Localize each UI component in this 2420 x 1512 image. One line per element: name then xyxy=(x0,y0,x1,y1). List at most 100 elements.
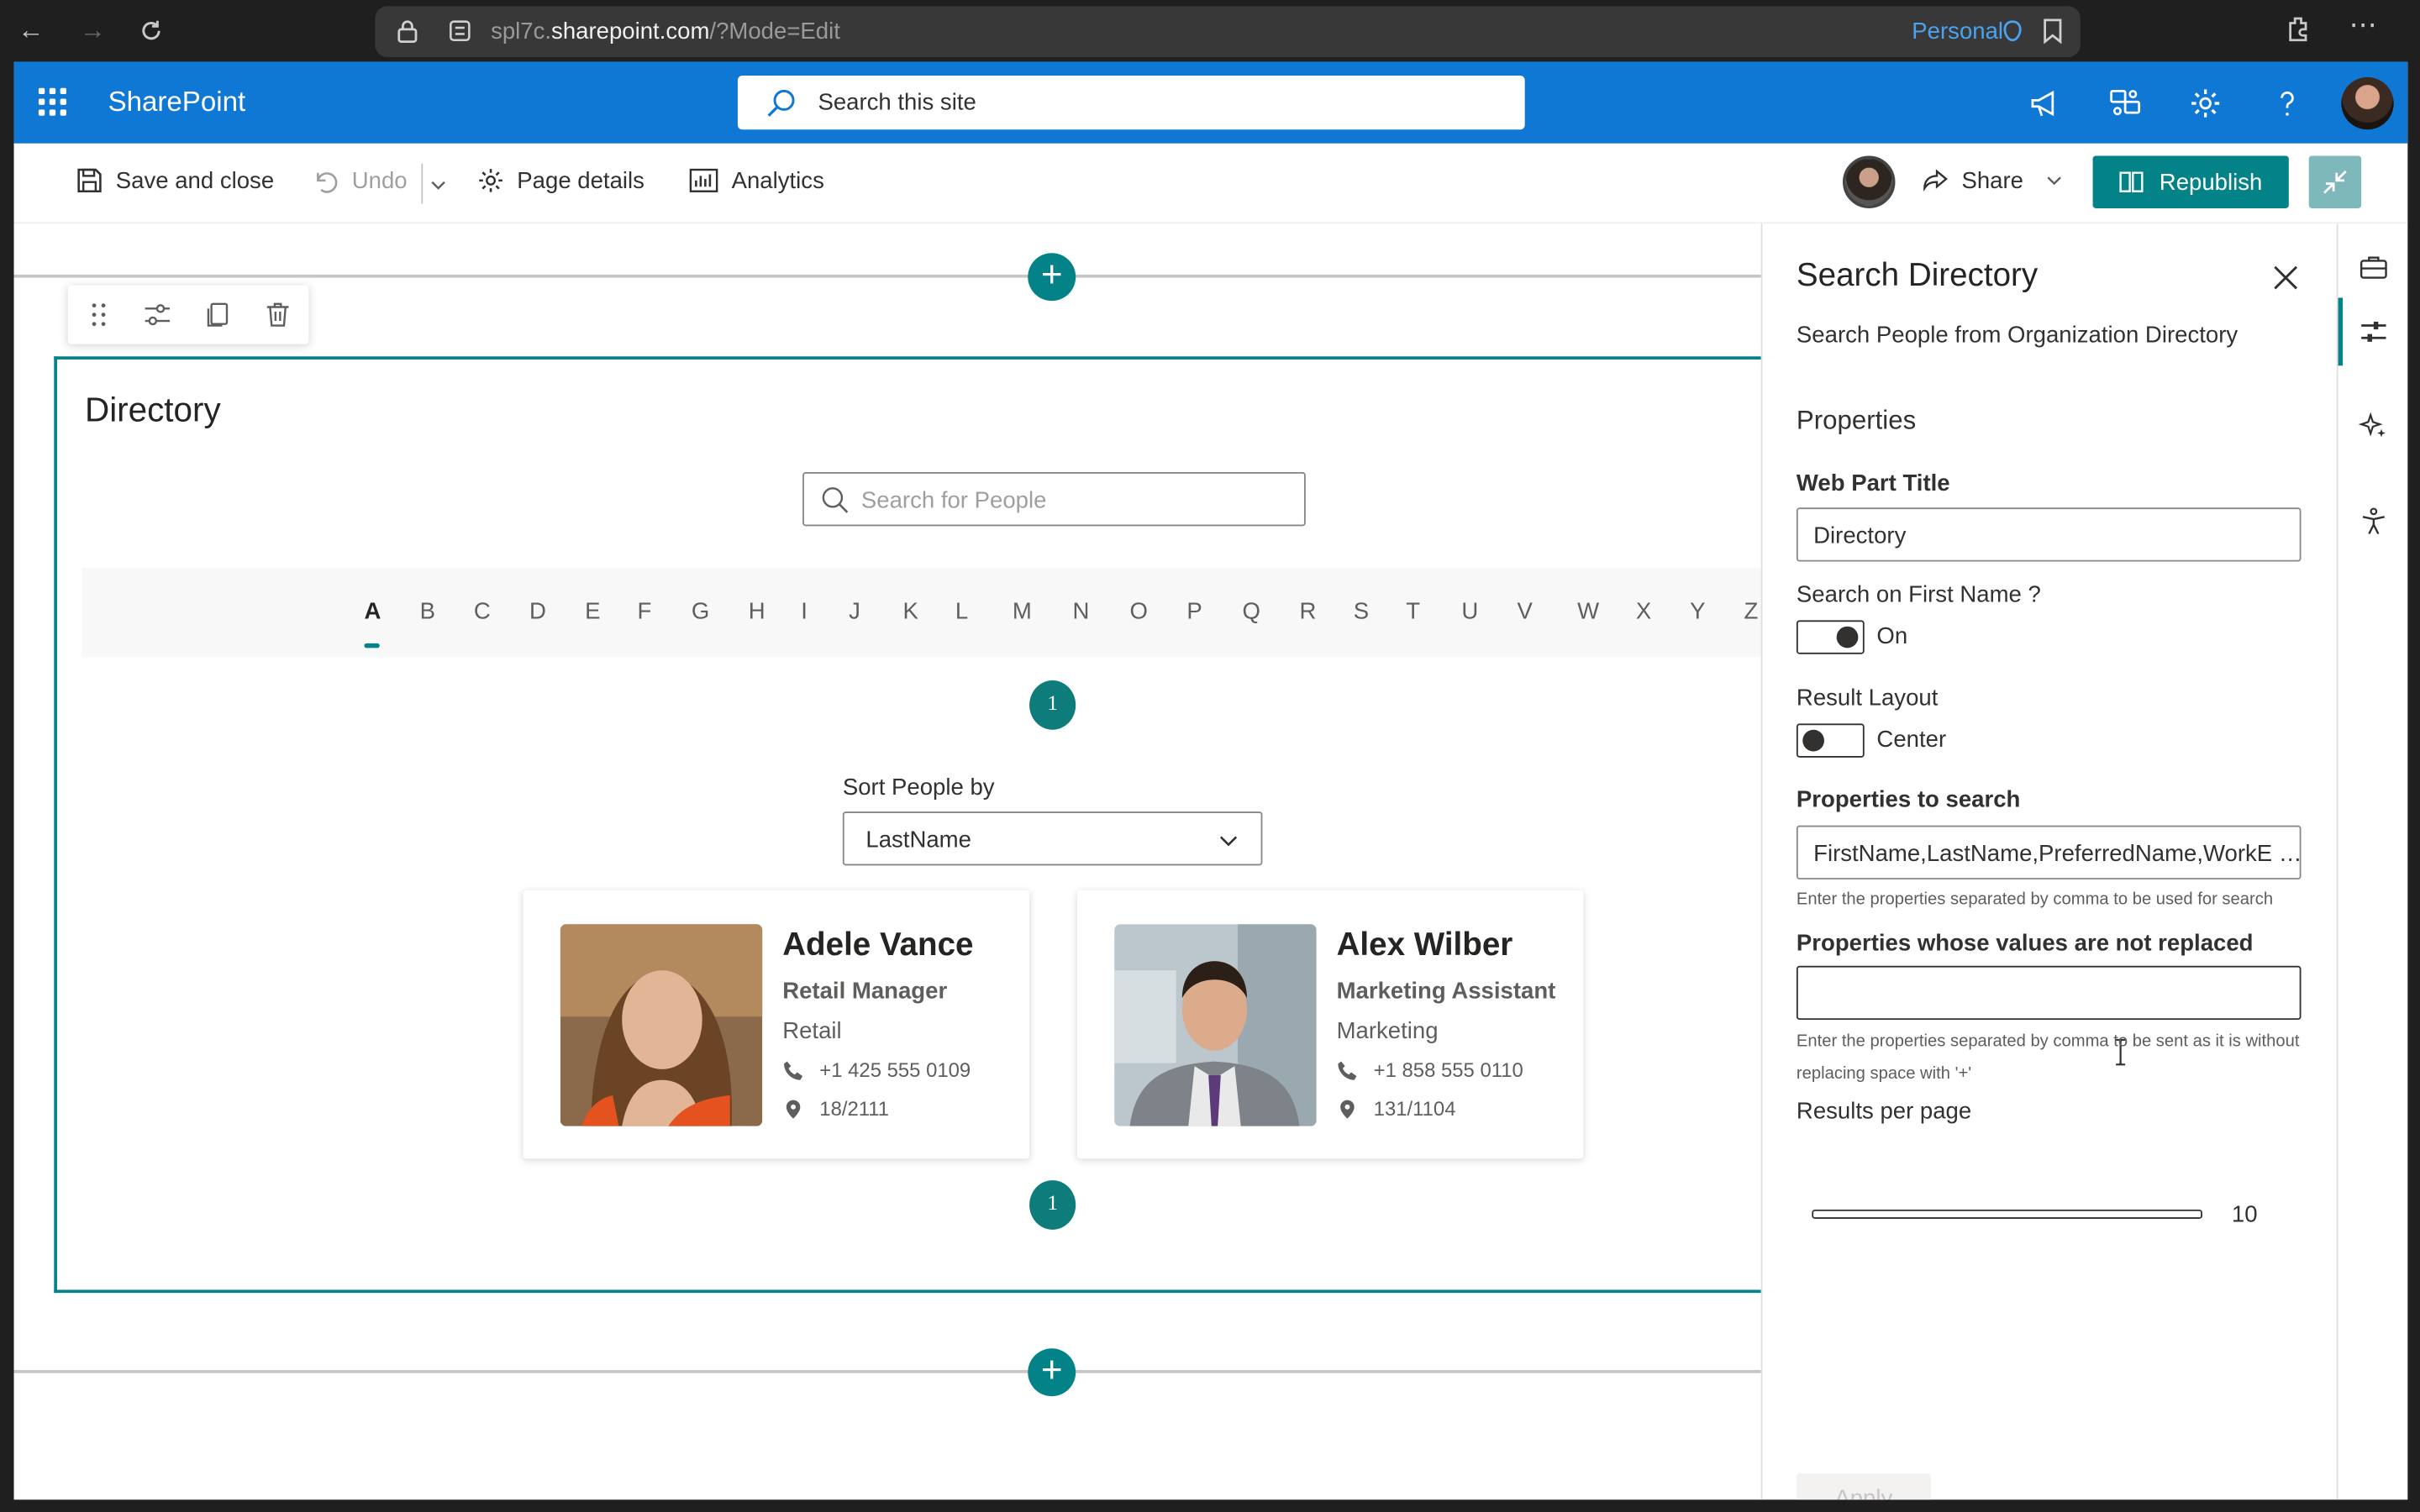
alphabet-letter-p[interactable]: P xyxy=(1186,599,1202,625)
analytics-button[interactable]: Analytics xyxy=(688,166,824,194)
refresh-icon[interactable] xyxy=(133,13,170,50)
toggle-knob xyxy=(1836,626,1859,648)
back-icon[interactable]: ← xyxy=(13,13,50,50)
megaphone-icon[interactable] xyxy=(2028,87,2061,120)
person-department: Retail xyxy=(782,1018,842,1045)
people-search-input[interactable]: Search for People xyxy=(802,472,1306,527)
alphabet-letter-y[interactable]: Y xyxy=(1690,599,1705,625)
first-name-toggle[interactable] xyxy=(1796,620,1865,654)
properties-to-search-label: Properties to search xyxy=(1796,786,2021,813)
alphabet-letter-m[interactable]: M xyxy=(1013,599,1032,625)
alphabet-letter-z[interactable]: Z xyxy=(1744,599,1758,625)
add-section-button-top[interactable]: + xyxy=(1028,253,1076,302)
pager-top[interactable]: 1 xyxy=(1029,680,1076,730)
add-section-button-bottom[interactable]: + xyxy=(1028,1348,1076,1397)
page-details-label: Page details xyxy=(517,167,644,194)
help-icon[interactable] xyxy=(2270,87,2304,120)
phone-icon xyxy=(782,1060,804,1082)
collapse-button[interactable] xyxy=(2308,155,2362,208)
alphabet-letter-l[interactable]: L xyxy=(955,599,968,625)
undo-button[interactable]: Undo xyxy=(312,166,408,194)
person-card[interactable]: Alex Wilber Marketing Assistant Marketin… xyxy=(1077,890,1584,1159)
alphabet-letter-a[interactable]: A xyxy=(364,599,381,625)
alphabet-letter-b[interactable]: B xyxy=(420,599,435,625)
alphabet-letter-h[interactable]: H xyxy=(749,599,765,625)
conversations-icon[interactable] xyxy=(2108,87,2142,120)
drag-handle-icon[interactable] xyxy=(83,299,114,330)
url-prefix: spl7c. xyxy=(491,18,552,45)
save-and-close-button[interactable]: Save and close xyxy=(76,166,274,194)
alphabet-letter-e[interactable]: E xyxy=(585,599,600,625)
url-domain: sharepoint.com xyxy=(551,18,710,45)
alphabet-letter-k[interactable]: K xyxy=(902,599,918,625)
address-bar[interactable]: spl7c.sharepoint.com/?Mode=Edit Personal xyxy=(375,6,2081,57)
sort-dropdown[interactable]: LastName xyxy=(842,811,1263,866)
toolbox-icon[interactable] xyxy=(2358,251,2389,282)
alphabet-letter-u[interactable]: U xyxy=(1461,599,1478,625)
alphabet-letter-w[interactable]: W xyxy=(1577,599,1599,625)
not-replaced-help: Enter the properties separated by comma … xyxy=(1796,1032,2300,1084)
alphabet-letter-f[interactable]: F xyxy=(638,599,652,625)
divider xyxy=(421,163,424,204)
site-info-icon[interactable] xyxy=(449,20,471,50)
alphabet-letter-g[interactable]: G xyxy=(692,599,709,625)
lock-icon[interactable] xyxy=(397,18,418,51)
page-details-button[interactable]: Page details xyxy=(477,166,644,194)
alphabet-letter-j[interactable]: J xyxy=(849,599,860,625)
site-search-box[interactable]: Search this site xyxy=(737,75,1525,130)
bookmark-icon[interactable] xyxy=(2040,17,2065,52)
author-avatar[interactable] xyxy=(1843,155,1896,208)
alphabet-letter-x[interactable]: X xyxy=(1636,599,1651,625)
chevron-down-icon[interactable] xyxy=(429,175,448,202)
user-avatar[interactable] xyxy=(2341,76,2394,130)
results-per-page-label: Results per page xyxy=(1796,1098,1972,1125)
properties-icon[interactable] xyxy=(2358,317,2389,348)
not-replaced-field[interactable] xyxy=(1796,965,2302,1021)
forward-icon[interactable]: → xyxy=(74,13,111,50)
pager-bottom[interactable]: 1 xyxy=(1029,1180,1076,1230)
url-text[interactable]: spl7c.sharepoint.com/?Mode=Edit xyxy=(491,18,840,45)
alphabet-letter-s[interactable]: S xyxy=(1354,599,1369,625)
location-icon xyxy=(782,1099,804,1121)
share-button[interactable]: Share xyxy=(1922,166,2064,194)
more-menu-icon[interactable]: ⋯ xyxy=(2349,9,2376,42)
directory-webpart[interactable]: Directory Search for People A B C D E F G H I J K L… xyxy=(54,356,1786,1294)
sparkle-icon[interactable] xyxy=(2358,411,2389,442)
collapse-icon xyxy=(2323,170,2347,194)
alphabet-letter-c[interactable]: C xyxy=(474,599,491,625)
apply-button[interactable]: Apply xyxy=(1796,1473,1931,1500)
alphabet-letter-v[interactable]: V xyxy=(1517,599,1532,625)
result-layout-toggle[interactable] xyxy=(1796,723,1865,758)
app-launcher-icon[interactable] xyxy=(38,87,66,116)
profile-icon[interactable] xyxy=(2003,20,2022,50)
results-per-page-value: 10 xyxy=(2231,1201,2258,1229)
alphabet-letter-t[interactable]: T xyxy=(1406,599,1420,625)
results-per-page-slider[interactable] xyxy=(1812,1209,2202,1219)
web-part-title-field[interactable]: Directory xyxy=(1796,507,2302,562)
properties-to-search-field[interactable]: FirstName,LastName,PreferredName,WorkE … xyxy=(1796,825,2302,879)
alphabet-letter-n[interactable]: N xyxy=(1073,599,1090,625)
page-canvas: + Directory Search for People A B C D E … xyxy=(13,223,1786,1500)
person-office: 131/1104 xyxy=(1373,1096,1456,1121)
profile-label[interactable]: Personal xyxy=(1912,18,2003,45)
edit-properties-icon[interactable] xyxy=(142,299,173,330)
alphabet-letter-d[interactable]: D xyxy=(529,599,546,625)
person-card[interactable]: Adele Vance Retail Manager Retail +1 425… xyxy=(523,890,1030,1159)
accessibility-icon[interactable] xyxy=(2358,506,2389,537)
republish-button[interactable]: Republish xyxy=(2092,155,2289,208)
delete-icon[interactable] xyxy=(262,299,293,330)
extensions-icon[interactable] xyxy=(2284,14,2315,53)
share-icon xyxy=(1923,169,1948,192)
result-layout-state: Center xyxy=(1876,727,1947,753)
alphabet-letter-r[interactable]: R xyxy=(1300,599,1317,625)
alphabet-letter-o[interactable]: O xyxy=(1129,599,1147,625)
analytics-label: Analytics xyxy=(731,167,824,194)
location-icon xyxy=(1337,1099,1359,1121)
duplicate-icon[interactable] xyxy=(203,299,234,330)
close-icon[interactable] xyxy=(2272,264,2300,299)
alphabet-letter-i[interactable]: I xyxy=(801,599,808,625)
gear-icon[interactable] xyxy=(2188,87,2222,120)
alphabet-letter-q[interactable]: Q xyxy=(1243,599,1260,625)
person-photo xyxy=(560,924,763,1126)
brand-name[interactable]: SharePoint xyxy=(108,87,246,119)
